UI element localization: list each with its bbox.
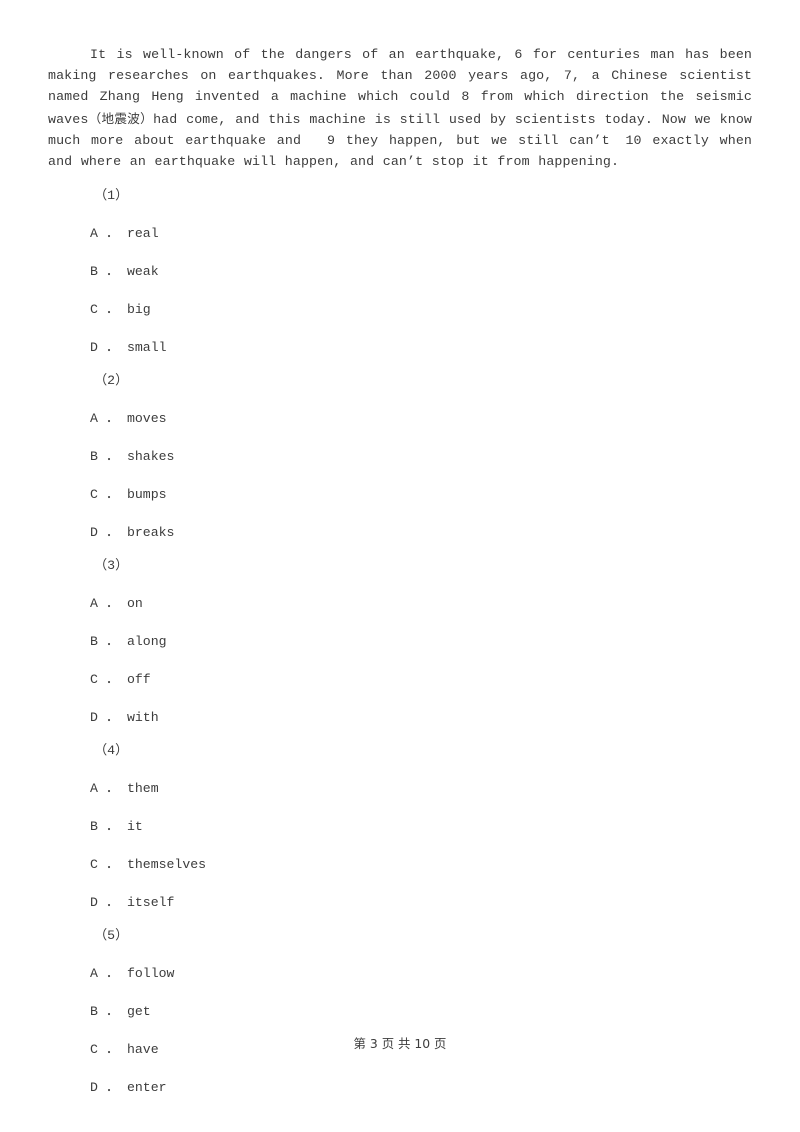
option-separator: ．: [105, 487, 120, 503]
option-2-b[interactable]: B ． shakes: [48, 449, 752, 465]
option-separator: ．: [105, 634, 120, 650]
option-text: itself: [126, 895, 175, 911]
option-text: off: [126, 672, 151, 688]
option-text: with: [126, 710, 159, 726]
option-5-a[interactable]: A ． follow: [48, 966, 752, 982]
option-letter: A: [90, 411, 98, 427]
question-number-2: （2）: [94, 373, 129, 389]
question-block-1: （1） A ． real B ． weak C ． big D ． small: [48, 188, 752, 356]
option-letter: C: [90, 487, 98, 503]
option-separator: ．: [105, 966, 120, 982]
question-block-3: （3） A ． on B ． along C ． off D ． with: [48, 558, 752, 726]
option-letter: C: [90, 857, 98, 873]
option-separator: ．: [105, 895, 120, 911]
option-3-b[interactable]: B ． along: [48, 634, 752, 650]
option-text: it: [126, 819, 143, 835]
option-letter: A: [90, 596, 98, 612]
question-number-5: （5）: [94, 928, 129, 944]
option-separator: ．: [105, 302, 120, 318]
option-separator: ．: [105, 264, 120, 280]
question-block-2: （2） A ． moves B ． shakes C ． bumps D ． b…: [48, 373, 752, 541]
question-number-3: （3）: [94, 558, 129, 574]
document-page: It is well-known of the dangers of an ea…: [0, 0, 800, 1132]
question-list: （1） A ． real B ． weak C ． big D ． small …: [48, 188, 752, 1096]
option-letter: D: [90, 525, 98, 541]
option-3-a[interactable]: A ． on: [48, 596, 752, 612]
option-letter: D: [90, 710, 98, 726]
question-block-4: （4） A ． them B ． it C ． themselves D ． i…: [48, 743, 752, 911]
option-text: weak: [126, 264, 159, 280]
option-text: big: [126, 302, 151, 318]
option-2-a[interactable]: A ． moves: [48, 411, 752, 427]
question-number-4: （4）: [94, 743, 129, 759]
option-5-d[interactable]: D ． enter: [48, 1080, 752, 1096]
option-4-d[interactable]: D ． itself: [48, 895, 752, 911]
option-1-d[interactable]: D ． small: [48, 340, 752, 356]
option-text: get: [126, 1004, 151, 1020]
chinese-gloss: （地震波）: [88, 110, 154, 126]
option-text: breaks: [126, 525, 175, 541]
option-separator: ．: [105, 340, 120, 356]
passage-blank-9: 9: [327, 132, 336, 148]
option-text: themselves: [126, 857, 207, 873]
option-text: bumps: [126, 487, 167, 503]
option-letter: C: [90, 302, 98, 318]
option-3-d[interactable]: D ． with: [48, 710, 752, 726]
option-letter: A: [90, 226, 98, 242]
option-separator: ．: [105, 525, 120, 541]
option-2-c[interactable]: C ． bumps: [48, 487, 752, 503]
option-separator: ．: [105, 449, 120, 465]
option-4-a[interactable]: A ． them: [48, 781, 752, 797]
option-separator: ．: [105, 226, 120, 242]
option-text: enter: [126, 1080, 167, 1096]
passage-blank-10: 10: [625, 132, 642, 148]
option-text: real: [126, 226, 159, 242]
option-separator: ．: [105, 857, 120, 873]
question-number-1: （1）: [94, 188, 129, 204]
option-text: along: [126, 634, 167, 650]
option-letter: A: [90, 781, 98, 797]
option-text: shakes: [126, 449, 175, 465]
option-1-b[interactable]: B ． weak: [48, 264, 752, 280]
option-letter: B: [90, 1004, 98, 1020]
option-1-c[interactable]: C ． big: [48, 302, 752, 318]
option-letter: B: [90, 634, 98, 650]
option-4-c[interactable]: C ． themselves: [48, 857, 752, 873]
option-separator: ．: [105, 1004, 120, 1020]
option-text: on: [126, 596, 143, 612]
option-separator: ．: [105, 411, 120, 427]
passage-segment-3: they happen, but we still can’t: [345, 132, 610, 148]
option-letter: D: [90, 895, 98, 911]
option-letter: B: [90, 449, 98, 465]
option-letter: D: [90, 340, 98, 356]
option-letter: D: [90, 1080, 98, 1096]
option-letter: A: [90, 966, 98, 982]
option-text: follow: [126, 966, 175, 982]
option-letter: B: [90, 264, 98, 280]
option-separator: ．: [105, 710, 120, 726]
option-5-b[interactable]: B ． get: [48, 1004, 752, 1020]
option-separator: ．: [105, 672, 120, 688]
option-4-b[interactable]: B ． it: [48, 819, 752, 835]
option-1-a[interactable]: A ． real: [48, 226, 752, 242]
option-text: small: [126, 340, 167, 356]
option-text: moves: [126, 411, 167, 427]
question-block-5: （5） A ． follow B ． get C ． have D ． ente…: [48, 928, 752, 1096]
option-letter: C: [90, 672, 98, 688]
cloze-passage: It is well-known of the dangers of an ea…: [48, 44, 752, 172]
option-separator: ．: [105, 596, 120, 612]
option-letter: B: [90, 819, 98, 835]
page-footer: 第 3 页 共 10 页: [353, 1036, 447, 1051]
option-separator: ．: [105, 781, 120, 797]
option-3-c[interactable]: C ． off: [48, 672, 752, 688]
page-content: It is well-known of the dangers of an ea…: [48, 44, 752, 1096]
option-2-d[interactable]: D ． breaks: [48, 525, 752, 541]
option-separator: ．: [105, 819, 120, 835]
option-separator: ．: [105, 1080, 120, 1096]
option-text: them: [126, 781, 159, 797]
